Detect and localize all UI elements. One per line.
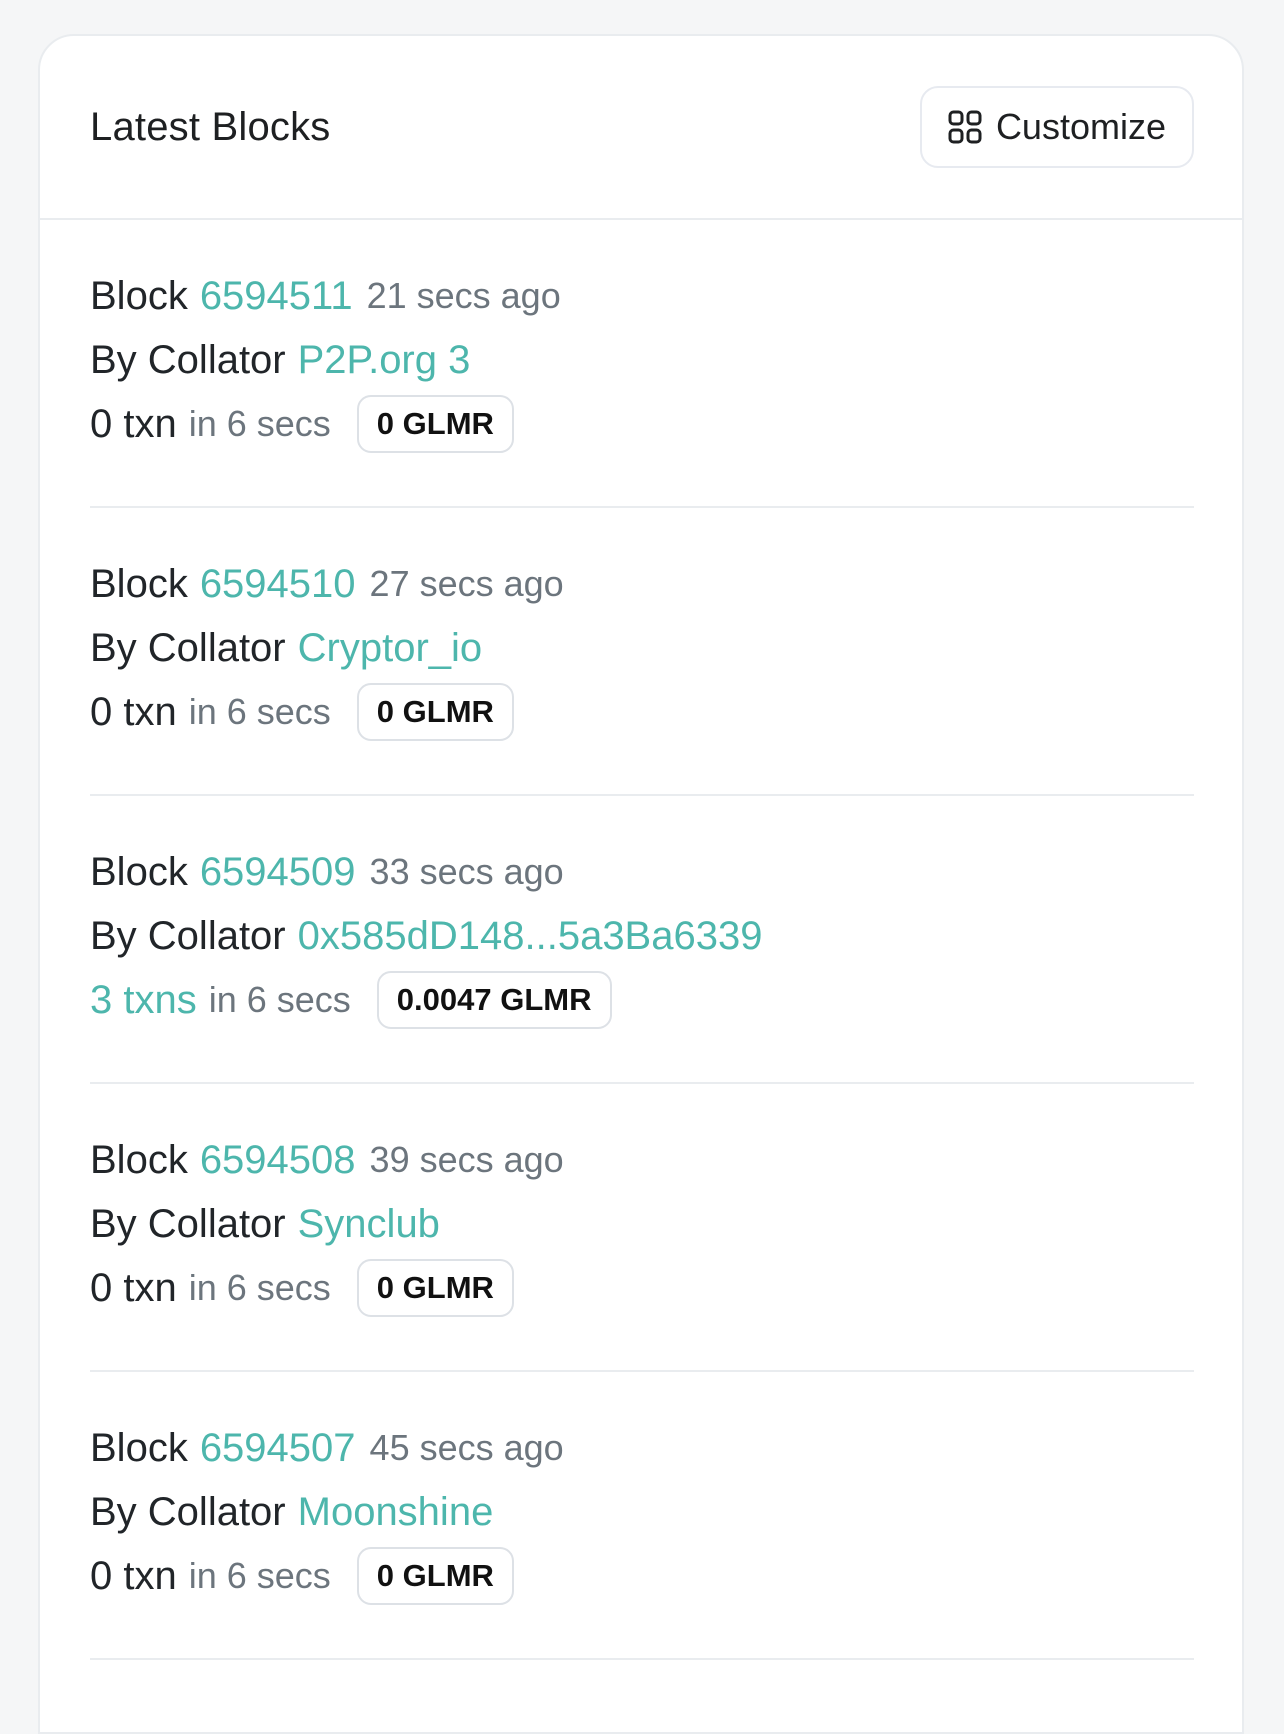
customize-button[interactable]: Customize	[919, 86, 1194, 168]
card-header: Latest Blocks Customize	[40, 36, 1242, 220]
block-row: Block 6594508 39 secs ago	[90, 1128, 1194, 1192]
reward-badge: 0 GLMR	[356, 683, 514, 741]
txn-count: 0 txn	[90, 690, 177, 734]
latest-blocks-card: Latest Blocks Customize Block 6594511 21…	[38, 34, 1244, 1734]
block-duration: in 6 secs	[188, 1267, 331, 1308]
reward-badge: 0 GLMR	[356, 395, 514, 453]
collator-label: By Collator	[90, 626, 286, 670]
block-row: Block 6594510 27 secs ago	[90, 552, 1194, 616]
block-row: Block 6594511 21 secs ago	[90, 264, 1194, 328]
block-number-link[interactable]: 6594509	[200, 840, 356, 904]
collator-link[interactable]: P2P.org 3	[298, 328, 471, 392]
block-list-item: Block 6594507 45 secs ago By Collator Mo…	[90, 1372, 1194, 1660]
block-list-item: Block 6594508 39 secs ago By Collator Sy…	[90, 1084, 1194, 1372]
block-label: Block	[90, 1426, 188, 1470]
txn-row: 3 txns in 6 secs 0.0047 GLMR	[90, 968, 1194, 1032]
block-label: Block	[90, 850, 188, 894]
collator-link[interactable]: Cryptor_io	[298, 616, 483, 680]
block-age: 33 secs ago	[369, 851, 564, 892]
block-list-item: Block 6594510 27 secs ago By Collator Cr…	[90, 508, 1194, 796]
block-duration: in 6 secs	[188, 1555, 331, 1596]
collator-row: By Collator 0x585dD148...5a3Ba6339	[90, 904, 1194, 968]
block-label: Block	[90, 274, 188, 318]
block-age: 45 secs ago	[369, 1427, 564, 1468]
collator-label: By Collator	[90, 1202, 286, 1246]
reward-badge: 0.0047 GLMR	[376, 971, 612, 1029]
block-duration: in 6 secs	[188, 403, 331, 444]
collator-row: By Collator Synclub	[90, 1192, 1194, 1256]
block-row: Block 6594507 45 secs ago	[90, 1416, 1194, 1480]
collator-label: By Collator	[90, 914, 286, 958]
collator-link[interactable]: Moonshine	[298, 1480, 494, 1544]
block-number-link[interactable]: 6594507	[200, 1416, 356, 1480]
block-age: 39 secs ago	[369, 1139, 564, 1180]
collator-link[interactable]: Synclub	[298, 1192, 440, 1256]
customize-label: Customize	[995, 106, 1166, 147]
block-label: Block	[90, 562, 188, 606]
txn-count: 0 txn	[90, 1266, 177, 1310]
collator-row: By Collator Cryptor_io	[90, 616, 1194, 680]
collator-label: By Collator	[90, 1490, 286, 1534]
card-title: Latest Blocks	[90, 104, 331, 149]
txn-count-link[interactable]: 3 txns	[90, 968, 197, 1032]
txn-count: 0 txn	[90, 402, 177, 446]
block-number-link[interactable]: 6594511	[200, 264, 353, 328]
block-list-item: Block 6594509 33 secs ago By Collator 0x…	[90, 796, 1194, 1084]
collator-row: By Collator P2P.org 3	[90, 328, 1194, 392]
collator-label: By Collator	[90, 338, 286, 382]
grid-icon	[948, 110, 982, 144]
block-duration: in 6 secs	[208, 979, 351, 1020]
block-list-item: Block 6594511 21 secs ago By Collator P2…	[90, 220, 1194, 508]
collator-row: By Collator Moonshine	[90, 1480, 1194, 1544]
collator-link[interactable]: 0x585dD148...5a3Ba6339	[298, 904, 763, 968]
block-duration: in 6 secs	[188, 691, 331, 732]
txn-row: 0 txn in 6 secs 0 GLMR	[90, 680, 1194, 744]
block-age: 21 secs ago	[366, 275, 561, 316]
block-row: Block 6594509 33 secs ago	[90, 840, 1194, 904]
txn-row: 0 txn in 6 secs 0 GLMR	[90, 1256, 1194, 1320]
reward-badge: 0 GLMR	[356, 1547, 514, 1605]
txn-count: 0 txn	[90, 1554, 177, 1598]
block-number-link[interactable]: 6594508	[200, 1128, 356, 1192]
block-label: Block	[90, 1138, 188, 1182]
block-number-link[interactable]: 6594510	[200, 552, 356, 616]
block-list: Block 6594511 21 secs ago By Collator P2…	[40, 220, 1242, 1660]
txn-row: 0 txn in 6 secs 0 GLMR	[90, 1544, 1194, 1608]
block-age: 27 secs ago	[369, 563, 564, 604]
reward-badge: 0 GLMR	[356, 1259, 514, 1317]
txn-row: 0 txn in 6 secs 0 GLMR	[90, 392, 1194, 456]
